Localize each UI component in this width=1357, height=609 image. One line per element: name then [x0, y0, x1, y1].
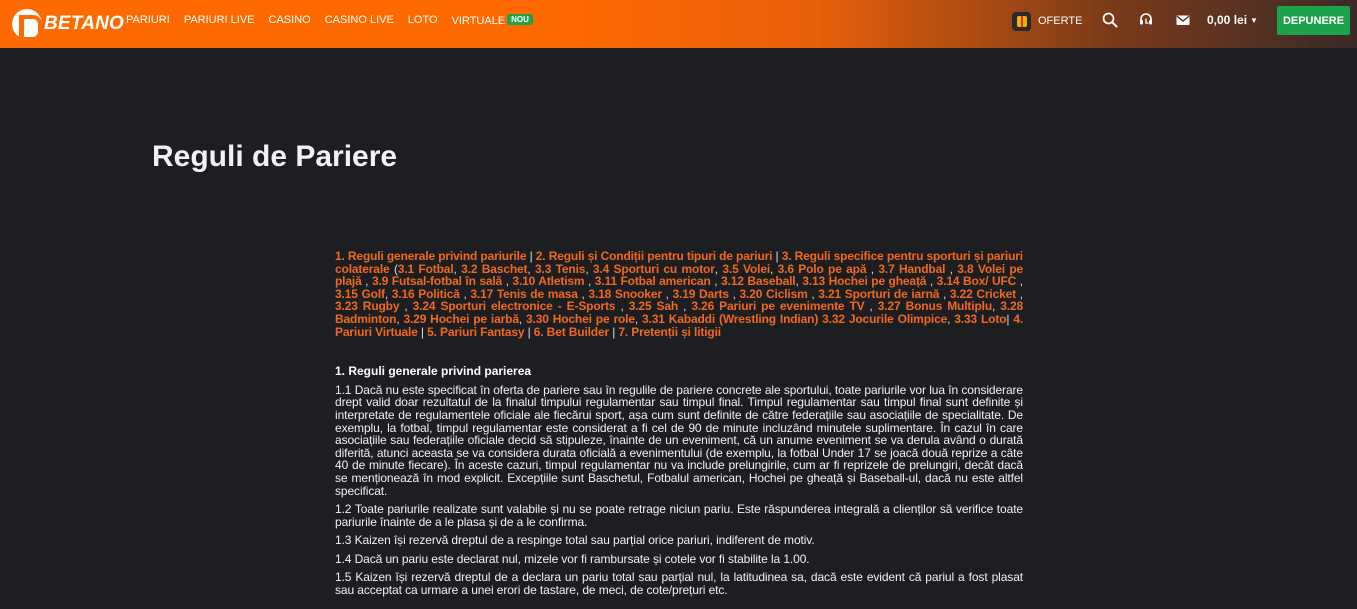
nav-item-virtuale[interactable]: VIRTUALE NOU [451, 13, 533, 27]
nav-item-virtuale-label: VIRTUALE [451, 14, 506, 27]
toc-separator: | [417, 324, 428, 339]
top-header: BETANO PARIURI PARIURI LIVE CASINO CASIN… [0, 0, 1357, 48]
search-icon[interactable] [1102, 12, 1118, 28]
betano-logo[interactable]: BETANO [12, 6, 124, 42]
chevron-down-icon: ▼ [1250, 16, 1258, 25]
page-title: Reguli de Pariere [152, 140, 398, 173]
rule-paragraph-1-2: 1.2 Toate pariurile realizate sunt valab… [335, 502, 1023, 529]
toc-link[interactable]: 7. Pretenții și litigii [618, 325, 721, 339]
toc-separator: | [609, 324, 619, 339]
mail-icon[interactable] [1175, 12, 1191, 28]
toc-link[interactable]: 3.32 Jocurile Olimpice [822, 312, 947, 326]
nav-item-pariuri[interactable]: PARIURI [126, 14, 170, 26]
toc-link[interactable]: 3.33 Loto [954, 312, 1006, 326]
rule-paragraph-1-4: 1.4 Dacă un pariu este declarat nul, miz… [335, 551, 810, 566]
rules-content: 1. Reguli generale privind pariurile | 2… [335, 250, 1023, 597]
rule-paragraph-1-5: 1.5 Kaizen își rezervă dreptul de a decl… [335, 570, 1023, 598]
toc-link[interactable]: 6. Bet Builder [534, 325, 609, 339]
gift-icon [1012, 11, 1031, 31]
brand-name: BETANO [44, 13, 125, 34]
rule-paragraph-1-3: 1.3 Kaizen își rezervă dreptul de a resp… [335, 533, 815, 548]
balance-dropdown[interactable]: 0,00 lei ▼ [1207, 13, 1258, 27]
main-nav: PARIURI PARIURI LIVE CASINO CASINO LIVE … [126, 0, 547, 40]
oferte-button[interactable]: OFERTE [1012, 10, 1082, 32]
nav-item-loto[interactable]: LOTO [408, 14, 438, 26]
nav-item-casino[interactable]: CASINO [269, 14, 311, 26]
table-of-contents: 1. Reguli generale privind pariurile | 2… [335, 250, 1023, 338]
rule-paragraph-1-1: 1.1 Dacă nu este specificat în oferta de… [335, 382, 1023, 498]
oferte-label: OFERTE [1038, 15, 1083, 27]
toc-link[interactable]: 5. Pariuri Fantasy [427, 325, 524, 339]
support-icon[interactable] [1138, 12, 1154, 28]
toc-separator: | [524, 324, 534, 339]
nav-item-casino-live[interactable]: CASINO LIVE [325, 14, 394, 26]
new-badge: NOU [507, 13, 533, 25]
section-heading: 1. Reguli generale privind parierea [335, 364, 532, 379]
deposit-button[interactable]: DEPUNERE [1277, 6, 1350, 35]
nav-item-pariuri-live[interactable]: PARIURI LIVE [184, 14, 255, 26]
balance-value: 0,00 lei [1207, 13, 1248, 27]
logo-mark-icon [12, 9, 42, 41]
